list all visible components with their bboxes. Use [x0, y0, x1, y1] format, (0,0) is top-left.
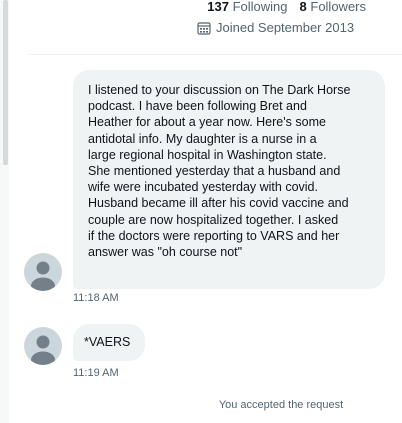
message-bubble[interactable]: *VAERS — [73, 324, 145, 361]
divider — [28, 54, 402, 55]
message-line: couple are now hospitalized together. I … — [88, 212, 339, 227]
joined-text: Joined September 2013 — [216, 20, 355, 35]
default-avatar-icon — [31, 335, 55, 365]
message-line: Heather for about a year now. Here's som… — [88, 115, 326, 130]
request-accepted-note: You accepted the request — [218, 399, 344, 411]
message-line: Husband became ill after his covid vacci… — [88, 196, 349, 211]
message-bubble[interactable]: I listened to your discussion on The Dar… — [73, 70, 385, 289]
following-count: 137 — [207, 0, 229, 14]
message-line: *VAERS — [84, 335, 131, 349]
message-line: wife were incubated yesterday with covid… — [88, 180, 318, 195]
message-line: if the doctors were reporting to VARS an… — [88, 228, 340, 243]
message-line: I listened to your discussion on The Dar… — [88, 83, 351, 97]
followers-link[interactable]: 8 Followers — [300, 0, 366, 14]
following-label: Following — [232, 0, 288, 14]
followers-label: Followers — [310, 0, 366, 14]
scrollbar-track[interactable] — [0, 0, 9, 423]
message-line: antidotal info. My daughter is a nurse i… — [88, 131, 317, 146]
followers-count: 8 — [299, 0, 307, 14]
message-timestamp: 11:19 AM — [73, 367, 119, 379]
follow-stats: 137 Following 8 Followers — [207, 0, 366, 14]
message-timestamp: 11:18 AM — [73, 292, 119, 304]
message-line: large regional hospital in Washington st… — [88, 147, 327, 162]
following-link[interactable]: 137 Following — [207, 0, 287, 14]
calendar-icon — [197, 21, 211, 35]
message-line: podcast. I have been following Bret and — [88, 99, 307, 114]
default-avatar-icon — [31, 261, 55, 291]
avatar[interactable] — [24, 253, 62, 291]
profile-stats: 137 Following 8 Followers Joined Septembe… — [0, 0, 402, 55]
joined-date: Joined September 2013 — [197, 20, 354, 35]
message-line: She mentioned yesterday that a husband a… — [88, 164, 341, 179]
avatar[interactable] — [24, 327, 62, 365]
message-line: answer was "oh course not" — [88, 245, 243, 260]
